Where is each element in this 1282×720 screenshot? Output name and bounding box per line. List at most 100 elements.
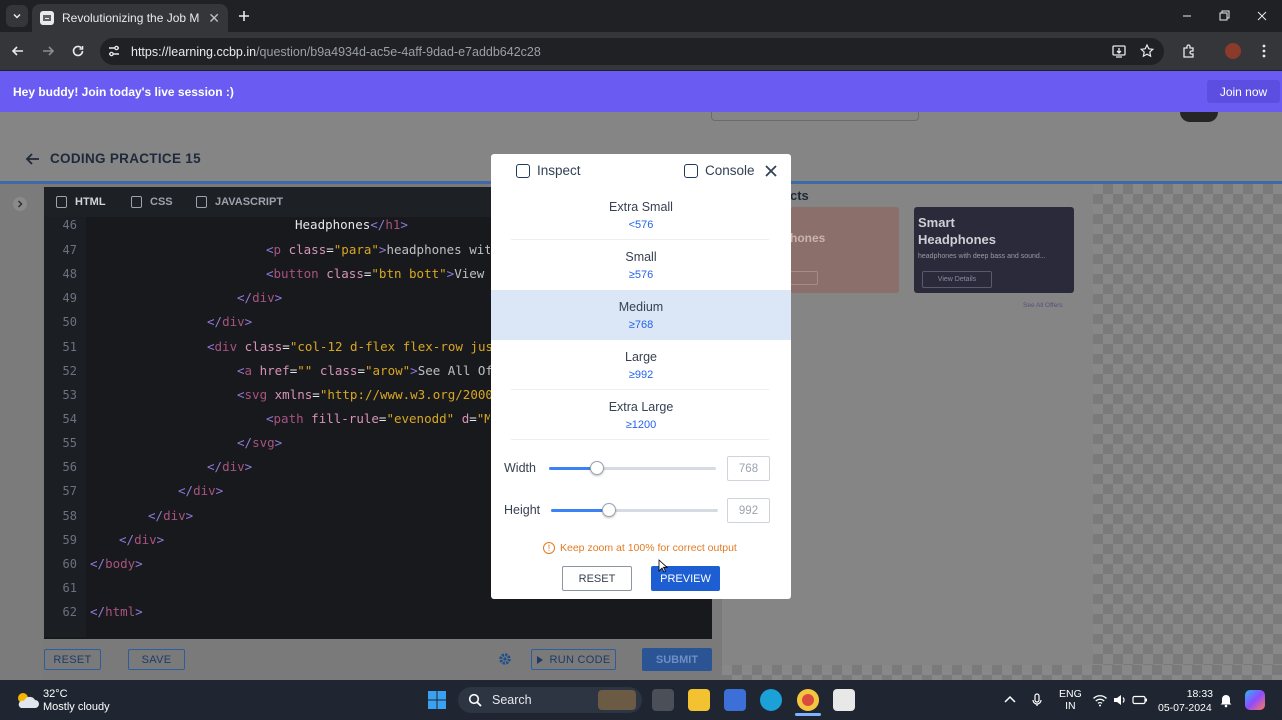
input-language[interactable]: ENG IN	[1059, 688, 1082, 712]
breakpoint-name: Small	[625, 249, 657, 264]
code-line: </div>	[207, 460, 253, 474]
tab-label: CSS	[150, 196, 173, 208]
battery-icon[interactable]	[1132, 692, 1148, 708]
back-arrow-icon[interactable]	[24, 150, 42, 168]
height-slider-handle[interactable]	[602, 503, 616, 517]
reset-code-button[interactable]: RESET	[44, 649, 101, 670]
card-title: Smart Headphones	[918, 215, 997, 247]
tab-label: JAVASCRIPT	[215, 196, 284, 208]
chrome-browser-icon[interactable]	[797, 689, 819, 711]
line-number: 49	[62, 291, 77, 305]
line-number: 56	[62, 460, 77, 474]
chevron-down-icon	[13, 13, 21, 19]
line-number: 52	[62, 364, 77, 378]
height-slider-fill	[551, 509, 609, 512]
line-number: 58	[62, 509, 77, 523]
page-title: CODING PRACTICE 15	[50, 151, 201, 166]
inspect-checkbox[interactable]	[516, 164, 530, 178]
site-settings-icon[interactable]	[107, 44, 121, 58]
close-icon[interactable]	[764, 164, 778, 178]
breakpoint-extra-large[interactable]: Extra Large ≥1200	[491, 390, 791, 440]
code-line: <div class="col-12 d-flex flex-row just	[207, 340, 491, 354]
zoom-warning: ! Keep zoom at 100% for correct output	[543, 542, 737, 554]
info-icon: !	[543, 542, 555, 554]
console-label: Console	[705, 163, 755, 178]
bookmark-star-icon[interactable]	[1139, 43, 1155, 59]
play-icon	[537, 655, 544, 664]
run-code-button[interactable]: RUN CODE	[531, 649, 616, 670]
install-app-icon[interactable]	[1111, 43, 1127, 59]
profile-avatar[interactable]	[1225, 43, 1241, 59]
notification-bell-icon[interactable]	[1218, 692, 1234, 708]
wifi-icon[interactable]	[1092, 692, 1108, 708]
warning-text: Keep zoom at 100% for correct output	[560, 542, 737, 554]
code-line: </div>	[148, 509, 194, 523]
card-button	[790, 271, 818, 285]
header-avatar[interactable]	[1180, 112, 1218, 122]
restore-icon[interactable]	[1216, 8, 1232, 24]
expand-chevron-icon[interactable]	[12, 196, 28, 212]
tab-close-icon[interactable]: ✕	[208, 11, 220, 25]
width-slider-handle[interactable]	[590, 461, 604, 475]
console-checkbox[interactable]	[684, 164, 698, 178]
url-host: https://learning.ccbp.in	[131, 45, 257, 59]
windows-start-icon[interactable]	[427, 690, 447, 710]
tab-css[interactable]: CSS	[131, 187, 173, 217]
url-text[interactable]: https://learning.ccbp.in/question/b9a493…	[131, 45, 541, 59]
tab-html[interactable]: HTML	[56, 187, 106, 217]
minimize-icon[interactable]	[1179, 8, 1195, 24]
task-view-icon[interactable]	[652, 689, 674, 711]
snipping-tool-icon[interactable]	[833, 689, 855, 711]
chevron-up-icon[interactable]	[1002, 692, 1018, 708]
line-number: 53	[62, 388, 77, 402]
breakpoint-range: ≥768	[628, 318, 654, 331]
code-line: </body>	[90, 557, 143, 571]
header-search-field[interactable]	[711, 112, 919, 121]
line-number: 51	[62, 340, 77, 354]
speaker-icon[interactable]	[1112, 692, 1128, 708]
reload-icon[interactable]	[70, 43, 86, 59]
breakpoint-large[interactable]: Large ≥992	[491, 340, 791, 390]
browser-tab[interactable]: Revolutionizing the Job Market ✕	[32, 4, 228, 32]
clock-date[interactable]: 05-07-2024	[1158, 702, 1212, 714]
back-arrow-icon[interactable]	[10, 43, 26, 59]
window-close-icon[interactable]	[1254, 8, 1270, 24]
see-all-link: See All Offers	[1023, 302, 1063, 309]
line-number: 61	[62, 581, 77, 595]
edge-browser-icon[interactable]	[760, 689, 782, 711]
join-now-button[interactable]: Join now	[1207, 80, 1280, 103]
microphone-icon[interactable]	[1029, 692, 1045, 708]
breakpoint-medium[interactable]: Medium ≥768	[491, 290, 791, 340]
js-file-icon	[196, 196, 207, 208]
breakpoint-extra-small[interactable]: Extra Small <576	[491, 190, 791, 240]
file-explorer-icon[interactable]	[688, 689, 710, 711]
tab-search-button[interactable]	[6, 5, 28, 27]
weather-temperature[interactable]: 32°C	[43, 688, 68, 700]
microsoft-store-icon[interactable]	[724, 689, 746, 711]
region-code: IN	[1065, 700, 1076, 712]
line-number: 59	[62, 533, 77, 547]
extensions-puzzle-icon[interactable]	[1181, 43, 1197, 59]
width-input[interactable]: 768	[727, 456, 770, 481]
tab-javascript[interactable]: JAVASCRIPT	[196, 187, 283, 217]
save-button[interactable]: SAVE	[128, 649, 185, 670]
breakpoint-range: ≥576	[628, 268, 654, 281]
modal-reset-button[interactable]: RESET	[562, 566, 632, 591]
breakpoint-name: Medium	[618, 299, 664, 314]
css-file-icon	[131, 196, 142, 208]
cloud-sun-icon[interactable]	[14, 690, 40, 710]
browser-menu-icon[interactable]	[1256, 43, 1272, 59]
new-tab-plus-icon[interactable]	[236, 8, 252, 24]
clock-time[interactable]: 18:33	[1185, 688, 1213, 700]
forward-arrow-icon[interactable]	[40, 43, 56, 59]
breakpoint-small[interactable]: Small ≥576	[491, 240, 791, 290]
active-app-indicator	[795, 713, 821, 716]
search-icon	[468, 693, 482, 707]
height-input[interactable]: 992	[727, 498, 770, 523]
submit-button[interactable]: SUBMIT	[642, 648, 712, 671]
line-number: 57	[62, 484, 77, 498]
copilot-icon[interactable]	[1245, 690, 1265, 710]
inspect-label: Inspect	[537, 163, 581, 178]
weather-condition[interactable]: Mostly cloudy	[43, 701, 110, 713]
gear-icon[interactable]	[497, 651, 513, 667]
